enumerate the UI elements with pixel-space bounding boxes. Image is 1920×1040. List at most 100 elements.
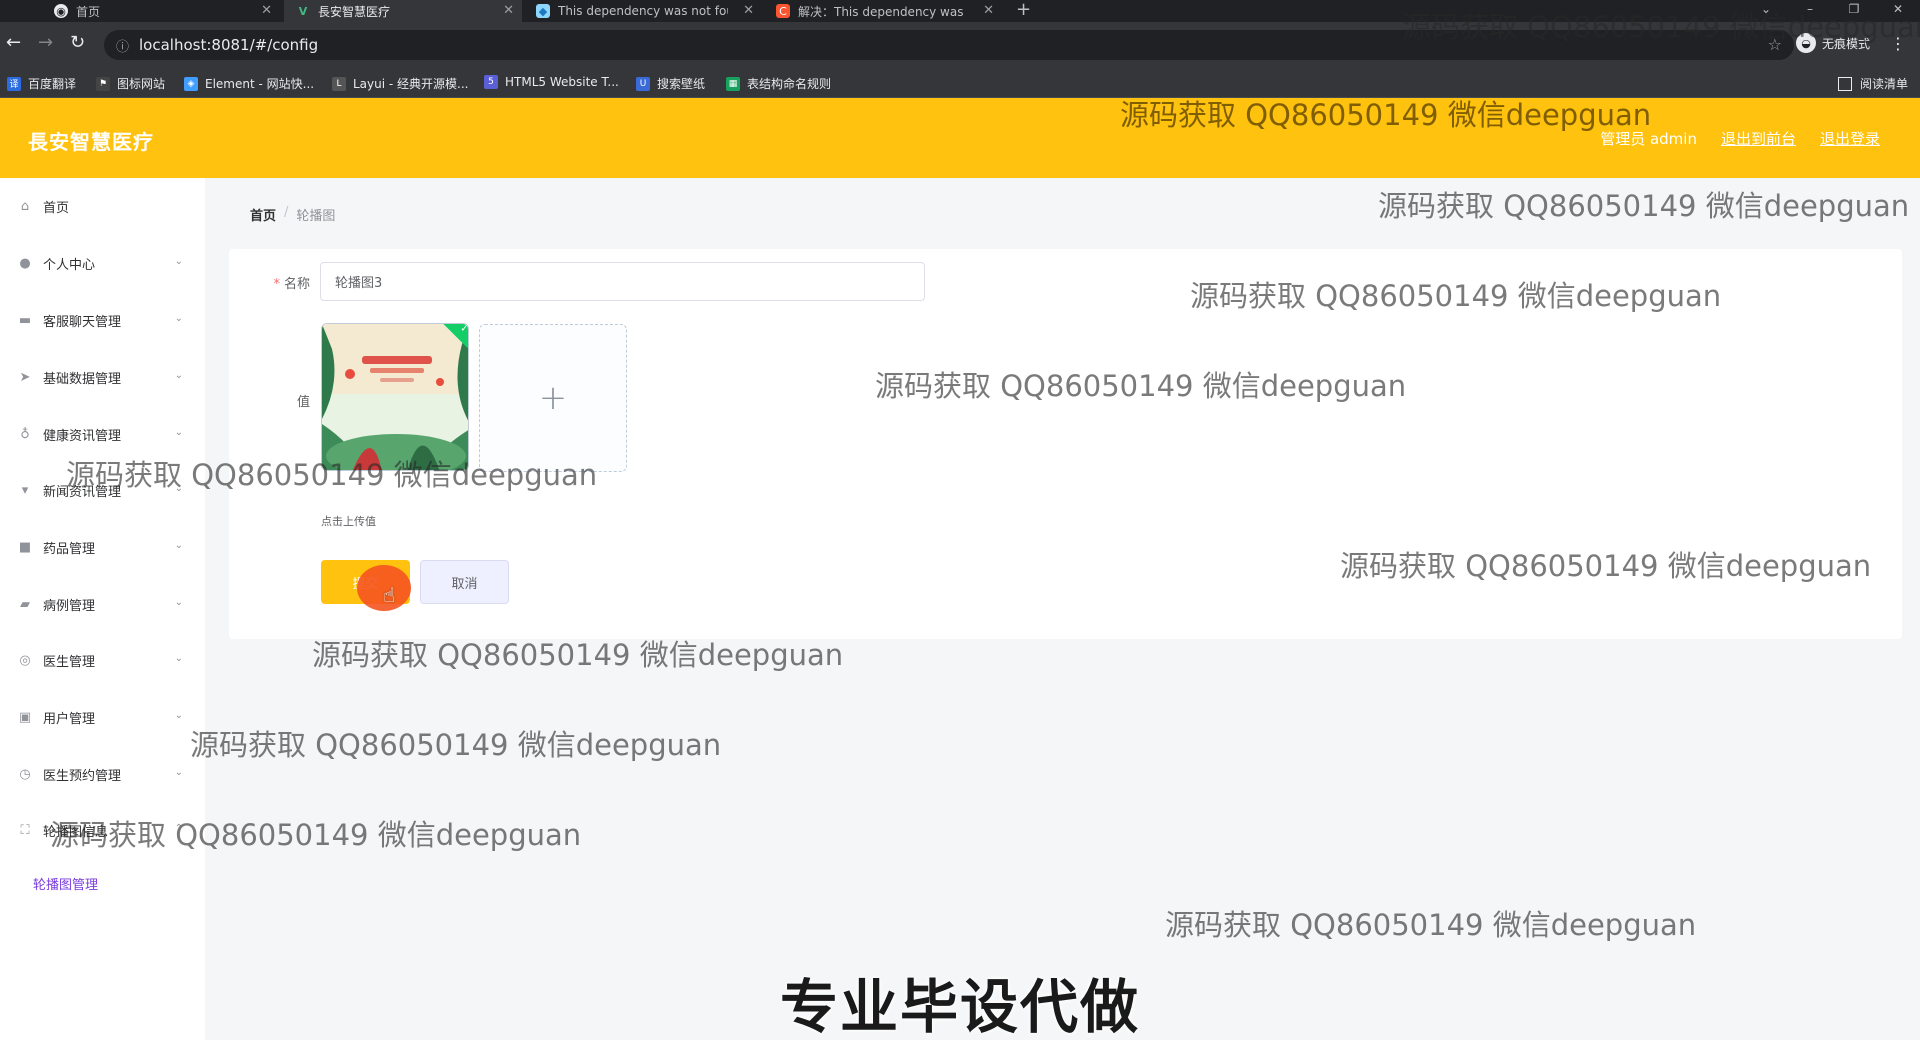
sidebar-item-label: 病例管理 bbox=[43, 598, 96, 614]
browser-tab-3[interactable]: ◆ This dependency was not found ✕ bbox=[524, 0, 762, 22]
close-tab-icon[interactable]: ✕ bbox=[743, 3, 754, 18]
incognito-label: 无痕模式 bbox=[1822, 36, 1871, 51]
reading-list-label: 阅读清单 bbox=[1859, 77, 1908, 91]
close-tab-icon[interactable]: ✕ bbox=[503, 3, 514, 18]
bookmark-item[interactable]: L Layui - 经典开源模... bbox=[332, 75, 468, 92]
uploaded-image-thumbnail[interactable]: ✓ bbox=[321, 323, 469, 471]
flag-icon: ⚑ bbox=[96, 76, 110, 91]
more-menu-icon[interactable]: ⋮ bbox=[1890, 34, 1906, 53]
reading-list-button[interactable]: 阅读清单 bbox=[1837, 75, 1908, 92]
sidebar-item-doctors[interactable]: ◎ 医生管理 ⌄ bbox=[0, 640, 205, 680]
vue-logo-icon: V bbox=[298, 4, 308, 18]
close-tab-icon[interactable]: ✕ bbox=[983, 3, 994, 18]
logout-link[interactable]: 退出登录 bbox=[1820, 128, 1880, 149]
minimize-icon[interactable]: – bbox=[1788, 0, 1832, 22]
browser-tab-2[interactable]: V 長安智慧医疗 ✕ bbox=[284, 0, 522, 22]
csdn-icon: C bbox=[776, 4, 790, 18]
chevron-down-icon: ⌄ bbox=[174, 540, 183, 551]
sidebar-item-home[interactable]: ⌂ 首页 bbox=[0, 186, 205, 226]
close-icon[interactable]: ✕ bbox=[1876, 0, 1920, 22]
sidebar-item-label: 轮播图信息 bbox=[43, 824, 109, 840]
reading-list-icon bbox=[1837, 76, 1852, 91]
sidebar-subitem-carousel-manage[interactable]: 轮播图管理 bbox=[33, 874, 98, 893]
breadcrumb-home[interactable]: 首页 bbox=[250, 205, 276, 224]
sidebar-item-appointments[interactable]: ◷ 医生预约管理 ⌄ bbox=[0, 754, 205, 794]
incognito-badge[interactable]: ◒ 无痕模式 bbox=[1796, 33, 1870, 53]
doctor-icon: ◎ bbox=[19, 652, 31, 668]
sidebar-item-label: 药品管理 bbox=[43, 541, 96, 557]
bookmark-label: 表结构命名规则 bbox=[747, 77, 832, 91]
sidebar-item-medicine[interactable]: ■ 药品管理 ⌄ bbox=[0, 527, 205, 567]
tab-title: This dependency was not found bbox=[558, 4, 728, 18]
sidebar-item-label: 医生预约管理 bbox=[43, 768, 122, 784]
admin-label: 管理员 admin bbox=[1600, 130, 1697, 148]
breadcrumb: 首页 / 轮播图 bbox=[250, 205, 335, 224]
sidebar: ⌂ 首页 ● 个人中心 ⌄ ▬ 客服聊天管理 ⌄ ➤ 基础数据管理 ⌄ ♁ 健康… bbox=[0, 178, 205, 1040]
table-icon: ▦ bbox=[726, 76, 740, 91]
bookmark-item[interactable]: 译 百度翻译 bbox=[7, 75, 76, 92]
tab-title: 首页 bbox=[76, 4, 101, 19]
webpack-icon: ◆ bbox=[536, 4, 550, 18]
bookmark-item[interactable]: 5 HTML5 Website T... bbox=[484, 75, 619, 89]
carousel-image bbox=[322, 324, 468, 470]
app-brand: 長安智慧医疗 bbox=[28, 130, 154, 154]
sidebar-item-cases[interactable]: ▰ 病例管理 ⌄ bbox=[0, 584, 205, 624]
watermark: 源码获取 QQ86050149 微信deepguan bbox=[1165, 908, 1697, 942]
chevron-down-icon: ⌄ bbox=[174, 313, 183, 324]
app-header: 長安智慧医疗 管理员 admin 退出到前台 退出登录 bbox=[0, 98, 1920, 178]
chevron-down-icon: ⌄ bbox=[174, 710, 183, 721]
upload-hint: 点击上传值 bbox=[321, 515, 376, 528]
browser-tab-1[interactable]: ◉ 首页 ✕ bbox=[42, 0, 280, 22]
info-icon[interactable]: ⓘ bbox=[116, 36, 129, 55]
translate-icon: 译 bbox=[7, 76, 21, 91]
name-label-text: 名称 bbox=[283, 277, 310, 292]
address-bar[interactable]: ⓘ localhost:8081/#/config ☆ bbox=[104, 30, 1794, 60]
bookmark-item[interactable]: ◈ Element - 网站快... bbox=[184, 75, 314, 92]
watermark: 源码获取 QQ86050149 微信deepguan bbox=[190, 728, 722, 762]
bookmark-item[interactable]: ⚑ 图标网站 bbox=[96, 75, 165, 92]
sidebar-item-users[interactable]: ▣ 用户管理 ⌄ bbox=[0, 697, 205, 737]
chevron-down-icon: ⌄ bbox=[174, 597, 183, 608]
forward-arrow-icon[interactable]: → bbox=[38, 32, 53, 53]
new-tab-button[interactable]: + bbox=[1016, 0, 1031, 20]
home-icon: ⌂ bbox=[20, 198, 30, 214]
bookmark-star-icon[interactable]: ☆ bbox=[1768, 35, 1782, 54]
chevron-down-icon: ⌄ bbox=[174, 427, 183, 438]
chevron-down-icon: ⌄ bbox=[174, 370, 183, 381]
incognito-icon: ◒ bbox=[1796, 33, 1816, 53]
header-links: 管理员 admin 退出到前台 退出登录 bbox=[1600, 128, 1880, 149]
value-label: 值 bbox=[296, 395, 310, 410]
bookmark-label: Layui - 经典开源模... bbox=[353, 77, 469, 91]
monitor-icon: ▬ bbox=[18, 312, 32, 328]
chevron-up-icon: ⌃ bbox=[174, 823, 183, 834]
sidebar-item-personal-center[interactable]: ● 个人中心 ⌄ bbox=[0, 243, 205, 283]
microphone-icon: ♁ bbox=[20, 426, 30, 442]
pointer-hand-icon: ☝ bbox=[383, 583, 396, 607]
bookmark-label: 图标网站 bbox=[117, 77, 166, 91]
close-tab-icon[interactable]: ✕ bbox=[261, 3, 272, 18]
sidebar-item-base-data[interactable]: ➤ 基础数据管理 ⌄ bbox=[0, 357, 205, 397]
sidebar-item-label: 新闻资讯管理 bbox=[43, 484, 122, 500]
cancel-button[interactable]: 取消 bbox=[420, 560, 509, 604]
exit-to-front-link[interactable]: 退出到前台 bbox=[1721, 128, 1796, 149]
name-input[interactable] bbox=[320, 262, 925, 301]
reload-icon[interactable]: ↻ bbox=[70, 32, 85, 53]
image-upload-button[interactable]: + bbox=[479, 324, 627, 472]
sidebar-item-chat[interactable]: ▬ 客服聊天管理 ⌄ bbox=[0, 300, 205, 340]
fullscreen-icon: ⛶ bbox=[20, 822, 30, 838]
browser-toolbar: ← → ↻ ⓘ localhost:8081/#/config ☆ ◒ 无痕模式… bbox=[0, 22, 1920, 68]
browser-tab-strip: ◉ 首页 ✕ V 長安智慧医疗 ✕ ◆ This dependency was … bbox=[0, 0, 1920, 22]
bookmark-label: 搜索壁纸 bbox=[657, 77, 706, 91]
bookmark-item[interactable]: U 搜索壁纸 bbox=[636, 75, 705, 92]
back-arrow-icon[interactable]: ← bbox=[6, 32, 21, 53]
chevron-down-icon[interactable]: ⌄ bbox=[1744, 0, 1788, 22]
sidebar-item-carousel[interactable]: ⛶ 轮播图信息 ⌃ bbox=[0, 810, 205, 850]
sidebar-item-health-news[interactable]: ♁ 健康资讯管理 ⌄ bbox=[0, 414, 205, 454]
bookmarks-bar: 译 百度翻译 ⚑ 图标网站 ◈ Element - 网站快... L Layui… bbox=[0, 68, 1920, 98]
sidebar-item-news[interactable]: ▾ 新闻资讯管理 ⌄ bbox=[0, 470, 205, 510]
news-icon: ▾ bbox=[21, 482, 29, 498]
browser-tab-4[interactable]: C 解决：This dependency was no ✕ bbox=[764, 0, 1002, 22]
restore-icon[interactable]: ❐ bbox=[1832, 0, 1876, 22]
bookmark-label: HTML5 Website T... bbox=[505, 75, 619, 89]
bookmark-item[interactable]: ▦ 表结构命名规则 bbox=[726, 75, 831, 92]
